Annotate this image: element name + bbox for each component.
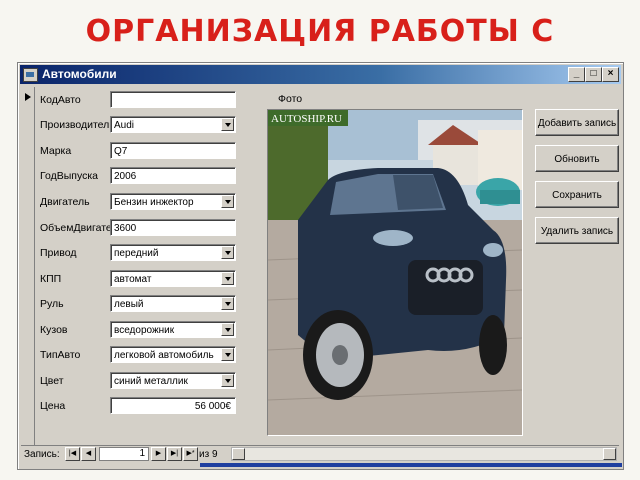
combo-box[interactable]: легковой автомобиль [110, 346, 236, 363]
dropdown-arrow-icon[interactable] [221, 348, 234, 361]
field-value: синий металлик [114, 376, 188, 387]
record-selector[interactable] [22, 87, 35, 457]
dropdown-arrow-icon[interactable] [221, 118, 234, 131]
field-value: 2006 [114, 171, 137, 182]
text-field[interactable]: 56 000€ [110, 397, 236, 414]
window-title: Автомобили [42, 67, 117, 81]
field-label: ГодВыпуска [40, 170, 99, 182]
current-record-arrow-icon [25, 93, 31, 101]
field-value: вседорожник [114, 325, 175, 336]
delete-record-button[interactable]: Удалить запись [535, 217, 619, 244]
field-label: Производитель [40, 119, 115, 131]
combo-box[interactable]: Бензин инжектор [110, 193, 236, 210]
field-value: левый [114, 299, 144, 310]
field-label: КПП [40, 273, 62, 285]
scroll-left-icon[interactable] [232, 448, 245, 460]
dropdown-arrow-icon[interactable] [221, 323, 234, 336]
field-label: Марка [40, 145, 72, 157]
field-label: Цвет [40, 375, 64, 387]
field-label: Кузов [40, 324, 68, 336]
dropdown-arrow-icon[interactable] [221, 297, 234, 310]
field-label: Руль [40, 298, 64, 310]
slide-title: ОРГАНИЗАЦИЯ РАБОТЫ С [85, 14, 555, 49]
combo-box[interactable]: левый [110, 295, 236, 312]
current-record-number[interactable]: 1 [99, 447, 149, 461]
total-records: 9 [211, 449, 218, 460]
dropdown-arrow-icon[interactable] [221, 246, 234, 259]
scroll-right-icon[interactable] [603, 448, 616, 460]
window-titlebar[interactable]: Автомобили _ □ × [20, 65, 621, 84]
add-record-button[interactable]: Добавить запись [535, 109, 619, 136]
new-record-icon[interactable]: ▶* [183, 447, 198, 461]
field-value: легковой автомобиль [114, 350, 214, 361]
photo-label: Фото [278, 93, 303, 105]
field-label: Цена [40, 400, 66, 412]
field-label: КодАвто [40, 94, 81, 106]
field-label: ТипАвто [40, 349, 81, 361]
car-photo: AUTOSHIP.RU [267, 109, 523, 436]
minimize-button[interactable]: _ [568, 67, 585, 82]
prev-record-icon[interactable]: ◀ [81, 447, 96, 461]
text-field[interactable] [110, 91, 236, 108]
field-value: автомат [114, 274, 152, 285]
record-label: Запись: [24, 449, 60, 460]
text-field[interactable]: 2006 [110, 167, 236, 184]
record-count: из 9 [199, 449, 218, 460]
maximize-button[interactable]: □ [585, 67, 602, 82]
of-label: из [199, 449, 210, 460]
field-label: Двигатель [40, 196, 90, 208]
next-record-icon[interactable]: ▶ [151, 447, 166, 461]
field-label: ОбъемДвигате [40, 222, 112, 234]
first-record-icon[interactable]: |◀ [65, 447, 80, 461]
field-value: 3600 [114, 223, 137, 234]
combo-box[interactable]: вседорожник [110, 321, 236, 338]
combo-box[interactable]: автомат [110, 270, 236, 287]
dropdown-arrow-icon[interactable] [221, 272, 234, 285]
text-field[interactable]: Q7 [110, 142, 236, 159]
text-field[interactable]: 3600 [110, 219, 236, 236]
form-icon [23, 68, 38, 82]
close-button[interactable]: × [602, 67, 619, 82]
combo-box[interactable]: синий металлик [110, 372, 236, 389]
access-form-window: Автомобили _ □ × КодАвто Производитель Aud… [17, 62, 624, 470]
record-navigation-bar: Запись: |◀ ◀ 1 ▶ ▶| ▶* из 9 [21, 445, 619, 463]
save-record-button[interactable]: Сохранить запись [535, 181, 619, 228]
accent-line [200, 463, 622, 467]
refresh-button[interactable]: Обновить [535, 145, 619, 172]
field-value: 56 000€ [194, 401, 231, 412]
field-value: Бензин инжектор [114, 197, 194, 208]
last-record-icon[interactable]: ▶| [167, 447, 182, 461]
dropdown-arrow-icon[interactable] [221, 374, 234, 387]
photo-watermark: AUTOSHIP.RU [271, 113, 342, 125]
combo-box[interactable]: Audi [110, 116, 236, 133]
field-label: Привод [40, 247, 77, 259]
combo-box[interactable]: передний [110, 244, 236, 261]
field-value: Q7 [114, 146, 128, 157]
field-value: передний [114, 248, 159, 259]
field-value: Audi [114, 120, 135, 131]
form-body: КодАвто Производитель Audi Марка Q7 ГодВыпуск… [35, 87, 621, 439]
dropdown-arrow-icon[interactable] [221, 195, 234, 208]
horizontal-scrollbar[interactable] [231, 447, 617, 461]
